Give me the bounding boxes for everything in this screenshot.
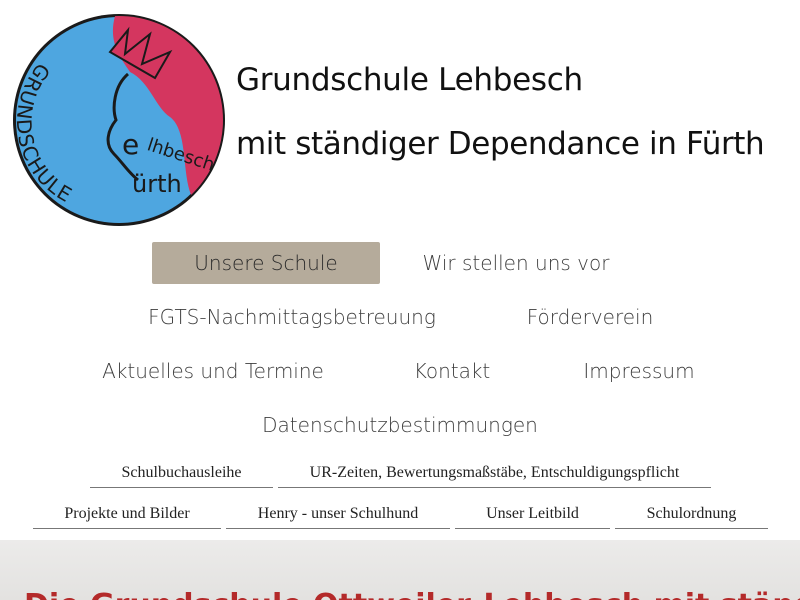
subnav-schulordnung[interactable]: Schulordnung	[615, 499, 768, 529]
site-title: Grundschule Lehbesch	[236, 62, 583, 98]
school-logo[interactable]: GRUNDSCHULE e lhbesch ürth	[10, 12, 228, 228]
nav-wir-stellen-uns-vor[interactable]: Wir stellen uns vor	[400, 242, 632, 284]
hero-banner: Die Grundschule Ottweiler-Lehbesch mit s…	[0, 540, 800, 600]
nav-impressum[interactable]: Impressum	[570, 350, 708, 392]
subnav-henry[interactable]: Henry - unser Schulhund	[226, 499, 450, 529]
nav-aktuelles[interactable]: Aktuelles und Termine	[96, 350, 330, 392]
nav-fgts[interactable]: FGTS-Nachmittagsbetreuung	[130, 296, 454, 338]
nav-unsere-schule[interactable]: Unsere Schule	[152, 242, 380, 284]
page: GRUNDSCHULE e lhbesch ürth Grundschule L…	[0, 0, 800, 600]
nav-kontakt[interactable]: Kontakt	[392, 350, 512, 392]
nav-datenschutz[interactable]: Datenschutzbestimmungen	[250, 404, 550, 446]
logo-text-e: e	[122, 128, 139, 161]
banner-headline: Die Grundschule Ottweiler-Lehbesch mit s…	[24, 588, 800, 600]
subnav-leitbild[interactable]: Unser Leitbild	[455, 499, 610, 529]
subnav-projekte[interactable]: Projekte und Bilder	[33, 499, 221, 529]
nav-foerderverein[interactable]: Förderverein	[510, 296, 670, 338]
subnav-schulbuchausleihe[interactable]: Schulbuchausleihe	[90, 458, 273, 488]
site-subtitle: mit ständiger Dependance in Fürth	[236, 126, 765, 162]
logo-text-fuerth: ürth	[132, 170, 182, 198]
subnav-ur-zeiten[interactable]: UR-Zeiten, Bewertungsmaßstäbe, Entschuld…	[278, 458, 711, 488]
